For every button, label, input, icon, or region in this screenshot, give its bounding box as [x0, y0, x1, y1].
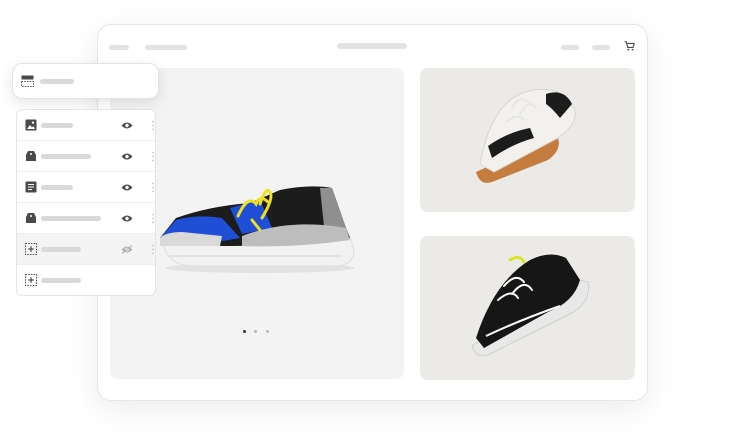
layer-label — [41, 247, 81, 252]
eye-icon[interactable] — [121, 121, 133, 130]
layers-panel — [16, 109, 156, 296]
side-product-image-2[interactable] — [420, 236, 635, 380]
nav-placeholder-right-1[interactable] — [561, 45, 579, 50]
carousel-dot-2[interactable] — [254, 330, 257, 333]
drag-handle-icon[interactable] — [152, 182, 155, 193]
image-icon — [25, 119, 37, 131]
drag-handle-icon[interactable] — [152, 244, 155, 255]
layer-label — [41, 216, 101, 221]
cart-icon[interactable] — [624, 41, 636, 51]
drag-handle-icon[interactable] — [152, 213, 155, 224]
layer-row-tag-2[interactable] — [17, 203, 155, 234]
carousel-dot-3[interactable] — [266, 330, 269, 333]
block-selector-card[interactable] — [12, 63, 159, 99]
drag-handle-icon[interactable] — [152, 120, 155, 131]
add-block-icon — [25, 274, 37, 286]
tag-icon — [25, 150, 37, 162]
eye-icon[interactable] — [121, 214, 133, 223]
layer-row-hidden-block[interactable] — [17, 234, 155, 265]
add-block-icon — [25, 243, 37, 255]
layer-label — [41, 278, 81, 283]
sneaker-white-gum-icon — [476, 88, 576, 183]
eye-icon[interactable] — [121, 183, 133, 192]
text-block-icon — [25, 181, 37, 193]
layer-row-add-block[interactable] — [17, 265, 155, 295]
sneaker-black-chunky-icon — [471, 254, 590, 357]
block-selector-label — [40, 79, 74, 84]
nav-placeholder-right-2[interactable] — [592, 45, 610, 50]
layer-label — [41, 154, 91, 159]
side-product-image-1[interactable] — [420, 68, 635, 212]
layer-row-text[interactable] — [17, 172, 155, 203]
tag-icon — [25, 212, 37, 224]
nav-placeholder-left-1[interactable] — [109, 45, 129, 50]
page-title-placeholder — [337, 43, 407, 49]
layer-label — [41, 185, 73, 190]
layer-row-tag-1[interactable] — [17, 141, 155, 172]
layer-row-image[interactable] — [17, 110, 155, 141]
drag-handle-icon[interactable] — [152, 151, 155, 162]
eye-icon[interactable] — [121, 152, 133, 161]
section-layout-icon — [21, 75, 34, 87]
nav-placeholder-left-2[interactable] — [145, 45, 187, 50]
layer-label — [41, 123, 73, 128]
carousel-dot-1[interactable] — [243, 330, 246, 333]
eye-off-icon[interactable] — [121, 245, 133, 254]
